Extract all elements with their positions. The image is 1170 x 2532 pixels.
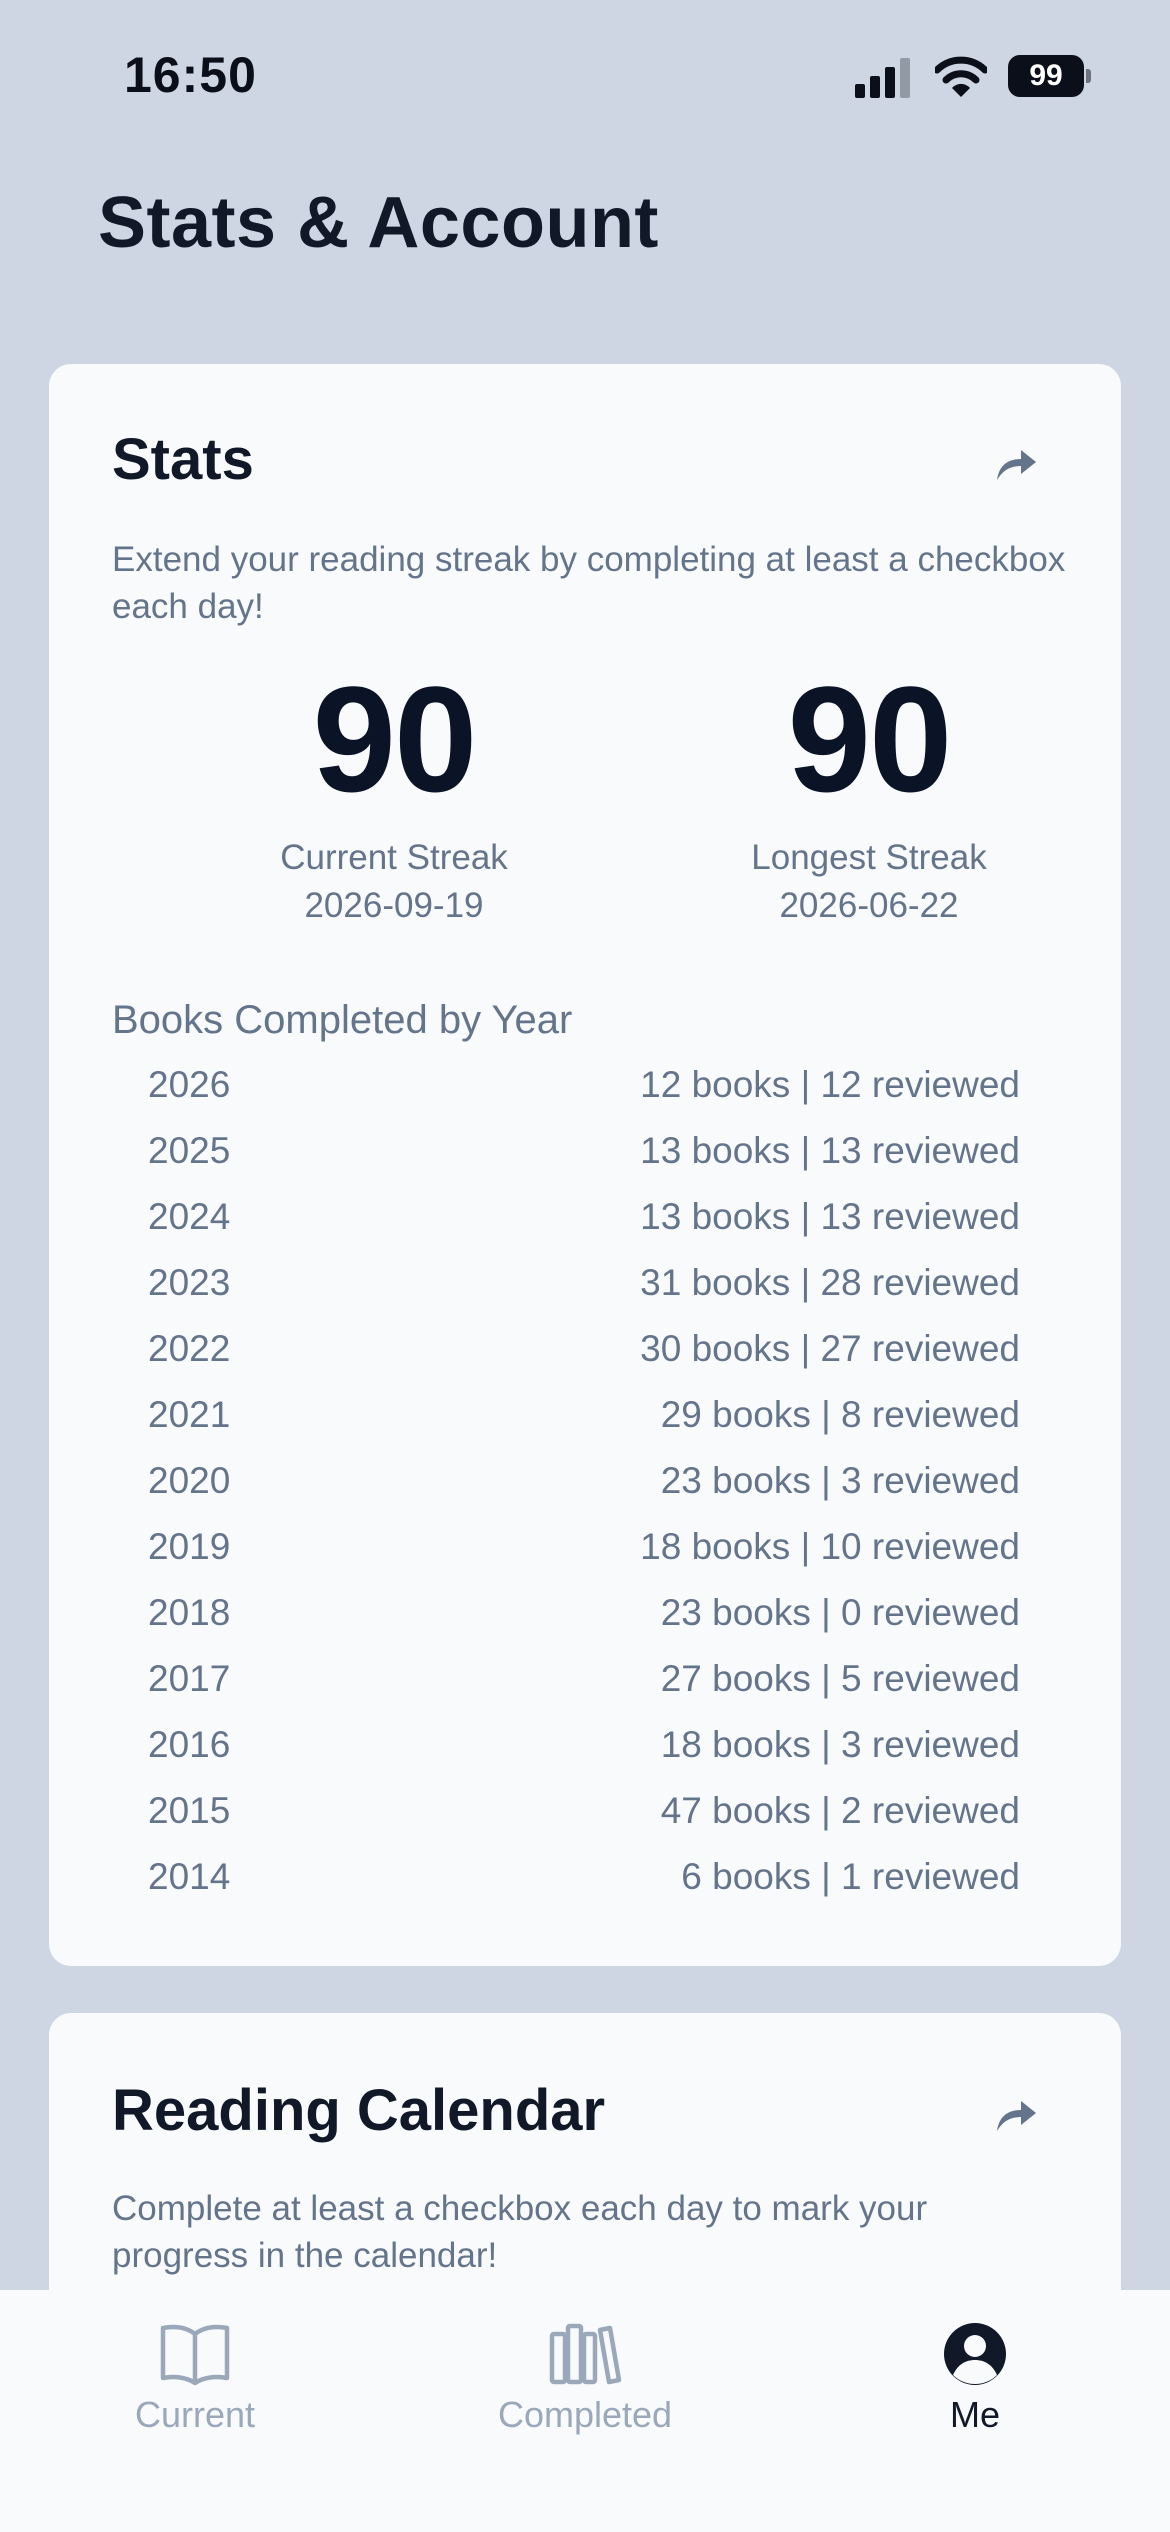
longest-streak-label: Longest Streak <box>751 838 987 877</box>
year-summary: 12 books | 12 reviewed <box>640 1064 1020 1105</box>
battery-nub <box>1086 69 1091 83</box>
tab-current[interactable]: Current <box>65 2320 325 2436</box>
user-circle-icon <box>944 2323 1006 2385</box>
longest-streak: 90 Longest Streak 2026-06-22 <box>669 654 1069 930</box>
year-label: 2025 <box>148 1130 231 1171</box>
year-summary: 29 books | 8 reviewed <box>660 1394 1020 1435</box>
current-streak-label: Current Streak <box>280 838 508 877</box>
screen: 16:50 99 Stats & Account Stats Extend yo… <box>0 0 1170 2532</box>
year-summary: 13 books | 13 reviewed <box>640 1196 1020 1237</box>
year-row: 2025 13 books | 13 reviewed <box>148 1118 1020 1184</box>
year-row: 2019 18 books | 10 reviewed <box>148 1514 1020 1580</box>
year-summary: 27 books | 5 reviewed <box>660 1658 1020 1699</box>
longest-streak-value: 90 <box>787 655 953 823</box>
signal-icon <box>855 58 910 98</box>
year-summary: 30 books | 27 reviewed <box>640 1328 1020 1369</box>
stats-description: Extend your reading streak by completing… <box>112 540 1066 626</box>
year-label: 2015 <box>148 1790 231 1831</box>
year-label: 2017 <box>148 1658 231 1699</box>
year-label: 2026 <box>148 1064 231 1105</box>
year-label: 2020 <box>148 1460 231 1501</box>
bookshelf-icon <box>549 2323 622 2385</box>
tab-bar: Current Completed Me <box>0 2290 1170 2532</box>
stats-card: Stats Extend your reading streak by comp… <box>49 364 1121 1966</box>
current-streak: 90 Current Streak 2026-09-19 <box>194 654 594 930</box>
year-summary: 31 books | 28 reviewed <box>640 1262 1020 1303</box>
year-row: 2024 13 books | 13 reviewed <box>148 1184 1020 1250</box>
year-label: 2018 <box>148 1592 231 1633</box>
year-label: 2019 <box>148 1526 231 1567</box>
year-label: 2024 <box>148 1196 231 1237</box>
year-row: 2015 47 books | 2 reviewed <box>148 1778 1020 1844</box>
year-row: 2026 12 books | 12 reviewed <box>148 1052 1020 1118</box>
year-label: 2021 <box>148 1394 231 1435</box>
tab-completed[interactable]: Completed <box>455 2320 715 2436</box>
year-row: 2018 23 books | 0 reviewed <box>148 1580 1020 1646</box>
year-row: 2022 30 books | 27 reviewed <box>148 1316 1020 1382</box>
battery-indicator: 99 <box>1008 55 1092 97</box>
wifi-icon <box>935 56 987 97</box>
year-label: 2014 <box>148 1856 231 1897</box>
books-by-year-title: Books Completed by Year <box>112 998 573 1042</box>
year-summary: 18 books | 3 reviewed <box>660 1724 1020 1765</box>
tab-completed-label: Completed <box>497 2394 673 2435</box>
year-label: 2023 <box>148 1262 231 1303</box>
tab-me[interactable]: Me <box>845 2320 1105 2436</box>
tab-me-label: Me <box>949 2394 1000 2435</box>
books-by-year-list: 2026 12 books | 12 reviewed 2025 13 books … <box>148 1052 1020 1910</box>
calendar-title: Reading Calendar <box>112 2078 606 2143</box>
year-summary: 13 books | 13 reviewed <box>640 1130 1020 1171</box>
page-title: Stats & Account <box>98 183 659 263</box>
year-summary: 18 books | 10 reviewed <box>640 1526 1020 1567</box>
status-bar: 16:50 99 <box>0 0 1170 150</box>
year-row: 2021 29 books | 8 reviewed <box>148 1382 1020 1448</box>
year-summary: 6 books | 1 reviewed <box>681 1856 1020 1897</box>
year-row: 2017 27 books | 5 reviewed <box>148 1646 1020 1712</box>
open-book-icon <box>160 2324 230 2386</box>
battery-level: 99 <box>1008 55 1084 97</box>
year-row: 2016 18 books | 3 reviewed <box>148 1712 1020 1778</box>
tab-current-label: Current <box>134 2394 256 2435</box>
year-row: 2014 6 books | 1 reviewed <box>148 1844 1020 1910</box>
stats-title: Stats <box>112 427 254 492</box>
year-label: 2016 <box>148 1724 231 1765</box>
year-label: 2022 <box>148 1328 231 1369</box>
share-icon[interactable] <box>993 444 1039 484</box>
year-summary: 23 books | 0 reviewed <box>660 1592 1020 1633</box>
current-streak-date: 2026-09-19 <box>304 886 484 925</box>
year-summary: 23 books | 3 reviewed <box>660 1460 1020 1501</box>
current-streak-value: 90 <box>312 655 478 823</box>
year-row: 2023 31 books | 28 reviewed <box>148 1250 1020 1316</box>
year-summary: 47 books | 2 reviewed <box>660 1790 1020 1831</box>
year-row: 2020 23 books | 3 reviewed <box>148 1448 1020 1514</box>
longest-streak-date: 2026-06-22 <box>779 886 959 925</box>
calendar-description: Complete at least a checkbox each day to… <box>112 2189 928 2275</box>
share-icon[interactable] <box>993 2095 1039 2135</box>
status-time: 16:50 <box>124 47 257 103</box>
